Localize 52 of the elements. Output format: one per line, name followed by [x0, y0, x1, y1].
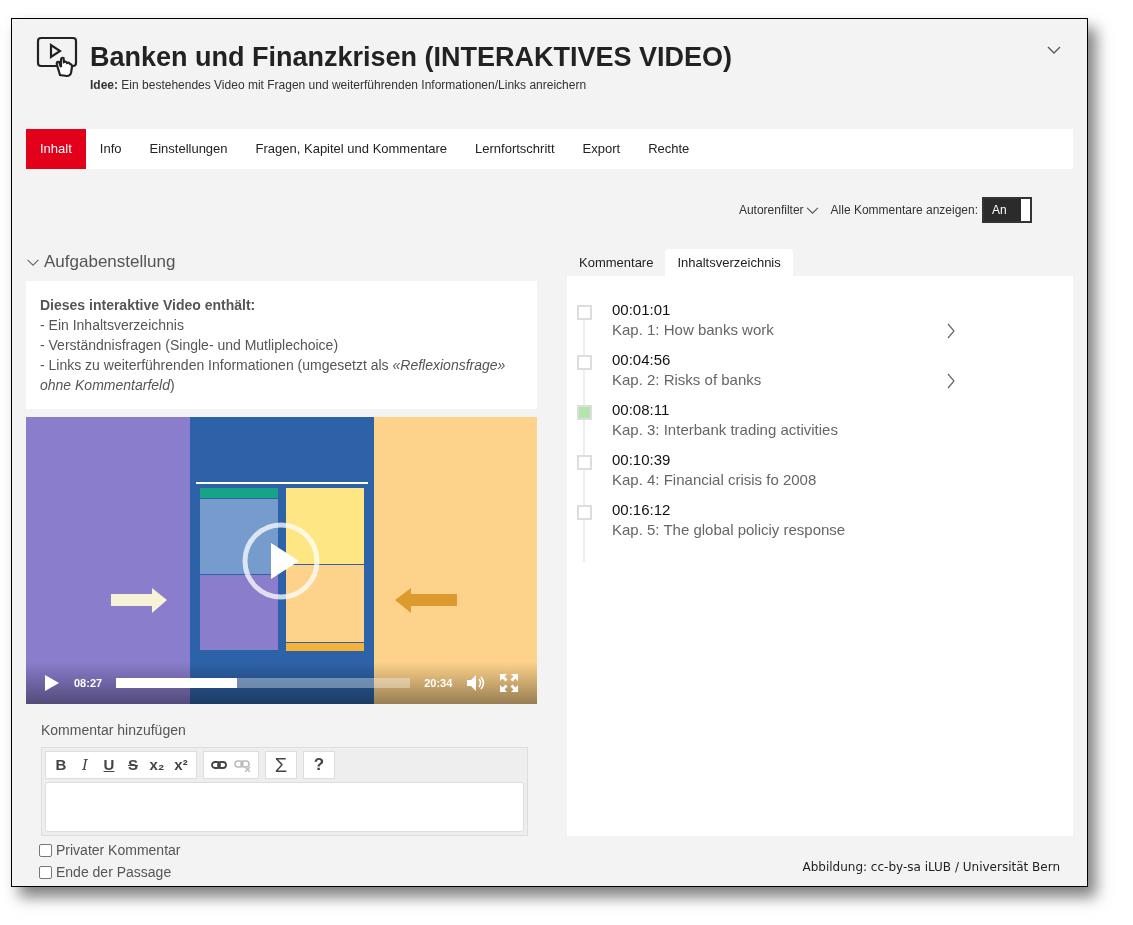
- nav-tab[interactable]: Export: [568, 129, 635, 169]
- fullscreen-icon[interactable]: [500, 674, 519, 692]
- chevron-right-icon[interactable]: [946, 323, 956, 339]
- unlink-icon: [234, 758, 252, 772]
- volume-icon[interactable]: [466, 674, 487, 692]
- description-line: - Ein Inhaltsverzeichnis: [40, 316, 185, 335]
- image-credit: Abbildung: cc-by-sa iLUB / Universität Bern: [802, 859, 1060, 876]
- page-title: Banken und Finanzkrisen (INTERAKTIVES VIDEO): [90, 41, 733, 74]
- subscript-button[interactable]: x₂: [145, 753, 169, 777]
- nav-tab[interactable]: Info: [85, 129, 136, 169]
- superscript-button[interactable]: x²: [169, 753, 193, 777]
- play-icon[interactable]: [44, 674, 60, 692]
- chapter-item[interactable]: 00:10:39 Kap. 4: Financial crisis fo 2008: [612, 450, 942, 490]
- duration: 20:34: [424, 675, 453, 691]
- link-icon: [211, 760, 227, 770]
- progress-track[interactable]: [116, 678, 411, 688]
- chevron-right-icon[interactable]: [946, 373, 956, 389]
- description-line: - Verständnisfragen (Single- und Mutliplechoice): [40, 336, 340, 355]
- italic-button[interactable]: I: [73, 753, 97, 777]
- play-button[interactable]: [241, 521, 321, 601]
- author-filter-dropdown[interactable]: Autorenfilter: [738, 200, 819, 220]
- chapter-item[interactable]: 00:04:56 Kap. 2: Risks of banks: [612, 350, 942, 390]
- chapter-item[interactable]: 00:01:01 Kap. 1: How banks work: [612, 300, 942, 340]
- nav-tab[interactable]: Rechte: [634, 129, 704, 169]
- nav-tab[interactable]: Einstellungen: [135, 129, 242, 169]
- nav-tab[interactable]: Inhalt: [26, 129, 86, 169]
- comment-label: Kommentar hinzufügen: [41, 721, 187, 740]
- nav-tab[interactable]: Lernfortschritt: [461, 129, 569, 169]
- nav-tab[interactable]: Fragen, Kapitel und Kommentare: [241, 129, 462, 169]
- checkbox-label: Privater Kommentar: [56, 840, 181, 860]
- checkbox[interactable]: [39, 843, 52, 857]
- section-toggle[interactable]: Aufgabenstellung: [26, 239, 537, 275]
- idea-text: Idee: Ein bestehendes Video mit Fragen und weiterführenden Informationen/Links anreichern: [90, 77, 588, 94]
- video-pointer-icon: [36, 35, 80, 79]
- chevron-down-icon: [26, 257, 40, 267]
- chevron-down-icon[interactable]: [1047, 45, 1061, 55]
- checkbox[interactable]: [39, 865, 52, 879]
- checkbox-label: Ende der Passage: [56, 862, 172, 882]
- comment-input[interactable]: [45, 782, 524, 832]
- toggle-switch[interactable]: An: [982, 197, 1032, 223]
- bold-button[interactable]: B: [49, 753, 73, 777]
- description-heading: Dieses interaktive Video enthält:: [40, 296, 257, 315]
- description-line: - Links zu weiterführenden Informationen (umgesetzt als «Reflexionsfrage» ohne Kommentarfeld): [40, 356, 507, 395]
- current-time: 08:27: [74, 675, 103, 691]
- chapter-item[interactable]: 00:16:12 Kap. 5: The global policiy response: [612, 500, 942, 540]
- underline-button[interactable]: U: [97, 753, 121, 777]
- chevron-down-icon: [805, 205, 819, 215]
- chapter-item[interactable]: 00:08:11 Kap. 3: Interbank trading activities: [612, 400, 942, 440]
- panel-tab[interactable]: Kommentare: [567, 249, 666, 276]
- show-all-label: Alle Kommentare anzeigen:: [830, 202, 978, 219]
- panel-tab[interactable]: Inhaltsverzeichnis: [665, 249, 793, 276]
- strikethrough-button[interactable]: S: [121, 753, 145, 777]
